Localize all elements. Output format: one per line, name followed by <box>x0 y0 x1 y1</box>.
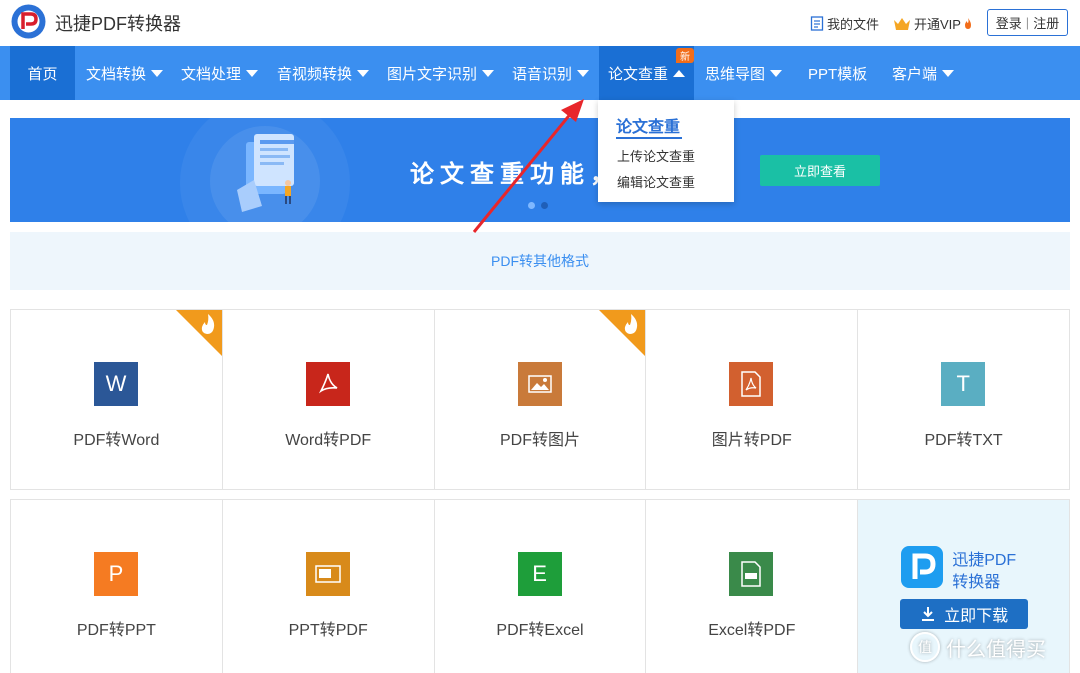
chevron-down-icon <box>357 69 370 77</box>
picture-glyph-icon <box>527 375 552 393</box>
watermark-text: 什么值得买 <box>946 638 1046 661</box>
document-illustration-icon <box>237 134 294 212</box>
ppt-icon: P <box>94 552 138 596</box>
hot-corner-icon <box>599 310 646 356</box>
carousel-dot[interactable] <box>541 202 548 209</box>
card-label: PDF转图片 <box>499 432 580 449</box>
excel-icon: E <box>517 552 562 596</box>
promo-line-2: 转换器 <box>952 574 1001 591</box>
nav-item-home[interactable]: 首页 <box>10 46 75 100</box>
app-logo[interactable] <box>10 3 47 40</box>
pdf-icon <box>305 362 350 406</box>
nav-label: 论文查重 <box>608 65 669 83</box>
chevron-down-icon <box>482 69 495 77</box>
word-icon: W <box>94 362 138 406</box>
chevron-down-icon <box>577 69 590 77</box>
card-ppt-to-pdf[interactable]: PPT转PDF <box>222 500 435 673</box>
card-label: PDF转Word <box>73 432 160 449</box>
pdf-page-glyph-icon <box>741 371 762 397</box>
download-button[interactable]: 立即下载 <box>900 599 1029 629</box>
card-excel-to-pdf[interactable]: Excel转PDF <box>646 500 859 673</box>
header: 迅捷PDF转换器 我的文件 开通VIP 登录 | 注册 <box>0 0 1080 46</box>
card-label: PDF转PPT <box>76 622 156 639</box>
main-nav: 首页 文档转换 文档处理 音视频转换 图片文字识别 语音识别 论文查重 思维导图… <box>0 46 1080 100</box>
hot-corner-icon <box>175 310 222 356</box>
card-word-to-pdf[interactable]: Word转PDF <box>222 310 435 490</box>
chevron-down-icon <box>246 69 259 77</box>
app-p-logo-icon <box>901 546 944 588</box>
conversion-row-1: W PDF转Word Word转PDF PDF转图片 图片转PDF T PDF转… <box>10 309 1070 490</box>
vip-link[interactable]: 开通VIP <box>893 14 972 33</box>
card-label: Excel转PDF <box>708 622 796 639</box>
nav-label: 首页 <box>27 65 58 83</box>
nav-label: 图片文字识别 <box>387 65 478 83</box>
banner-view-button[interactable]: 立即查看 <box>760 155 880 186</box>
nav-item-speech[interactable]: 语音识别 <box>512 46 590 100</box>
card-label: 图片转PDF <box>711 432 792 449</box>
pdf-sheet-glyph-icon <box>741 561 762 587</box>
ppt-pdf-glyph-icon <box>315 565 341 583</box>
dropdown-item-edit[interactable]: 编辑论文查重 <box>617 172 695 191</box>
my-files-label: 我的文件 <box>827 17 880 32</box>
login-separator: | <box>1025 15 1030 30</box>
card-label: PDF转TXT <box>924 432 1003 449</box>
dropdown-title[interactable]: 论文查重 <box>616 113 680 137</box>
nav-label: 文档处理 <box>181 65 242 83</box>
card-pdf-to-txt[interactable]: T PDF转TXT <box>858 310 1070 490</box>
logo-text[interactable]: 迅捷PDF转换器 <box>55 10 181 36</box>
txt-icon: T <box>941 362 986 406</box>
chevron-down-icon <box>770 69 783 77</box>
card-image-to-pdf[interactable]: 图片转PDF <box>646 310 859 490</box>
card-label: Word转PDF <box>285 432 372 449</box>
register-link[interactable]: 注册 <box>1033 13 1059 32</box>
document-icon <box>810 16 824 31</box>
thesis-check-dropdown: 论文查重 上传论文查重 编辑论文查重 <box>598 100 734 202</box>
nav-label: 文档转换 <box>86 65 147 83</box>
pdf-doc-icon <box>729 362 774 406</box>
ppt-pdf-icon <box>305 552 350 596</box>
nav-label: 语音识别 <box>512 65 573 83</box>
login-register-box: 登录 | 注册 <box>987 9 1068 36</box>
nav-item-doc-process[interactable]: 文档处理 <box>181 46 259 100</box>
nav-item-mindmap[interactable]: 思维导图 <box>705 46 783 100</box>
card-pdf-to-excel[interactable]: E PDF转Excel <box>434 500 647 673</box>
my-files-link[interactable]: 我的文件 <box>810 14 879 33</box>
dropdown-title-underline <box>616 137 682 139</box>
vip-label: 开通VIP <box>914 17 961 32</box>
nav-item-client[interactable]: 客户端 <box>892 46 955 100</box>
nav-item-av-convert[interactable]: 音视频转换 <box>277 46 370 100</box>
card-pdf-to-word[interactable]: W PDF转Word <box>11 310 223 490</box>
login-link[interactable]: 登录 <box>996 13 1022 32</box>
card-label: PPT转PDF <box>288 622 368 639</box>
nav-label: 思维导图 <box>705 65 766 83</box>
promo-line-1: 迅捷PDF <box>952 552 1017 569</box>
new-badge: 新 <box>676 48 694 63</box>
card-label: PDF转Excel <box>496 622 584 639</box>
download-label: 立即下载 <box>944 608 1009 625</box>
p-glyph-icon <box>912 553 936 579</box>
dropdown-item-upload[interactable]: 上传论文查重 <box>617 146 695 165</box>
acrobat-glyph-icon <box>318 373 338 394</box>
excel-pdf-icon <box>729 552 774 596</box>
watermark: 值 什么值得买 <box>910 632 1046 662</box>
nav-item-ocr[interactable]: 图片文字识别 <box>387 46 495 100</box>
nav-item-ppt-template[interactable]: PPT模板 <box>808 46 867 100</box>
carousel-dot[interactable] <box>528 202 535 209</box>
download-icon <box>922 607 935 621</box>
image-icon <box>517 362 562 406</box>
promo-banner[interactable]: 论文查重功能，新 立即查看 <box>10 118 1070 222</box>
nav-label: PPT模板 <box>808 65 868 83</box>
card-pdf-to-ppt[interactable]: P PDF转PPT <box>11 500 223 673</box>
flame-icon <box>964 18 971 29</box>
nav-item-doc-convert[interactable]: 文档转换 <box>86 46 164 100</box>
chevron-down-icon <box>151 69 164 77</box>
nav-label: 客户端 <box>892 65 938 83</box>
chevron-up-icon <box>673 69 686 77</box>
chevron-down-icon <box>942 69 955 77</box>
crown-icon <box>894 17 910 30</box>
section-title: PDF转其他格式 <box>10 232 1070 290</box>
nav-label: 音视频转换 <box>277 65 353 83</box>
watermark-logo-icon: 值 <box>910 632 940 662</box>
card-pdf-to-image[interactable]: PDF转图片 <box>434 310 647 490</box>
